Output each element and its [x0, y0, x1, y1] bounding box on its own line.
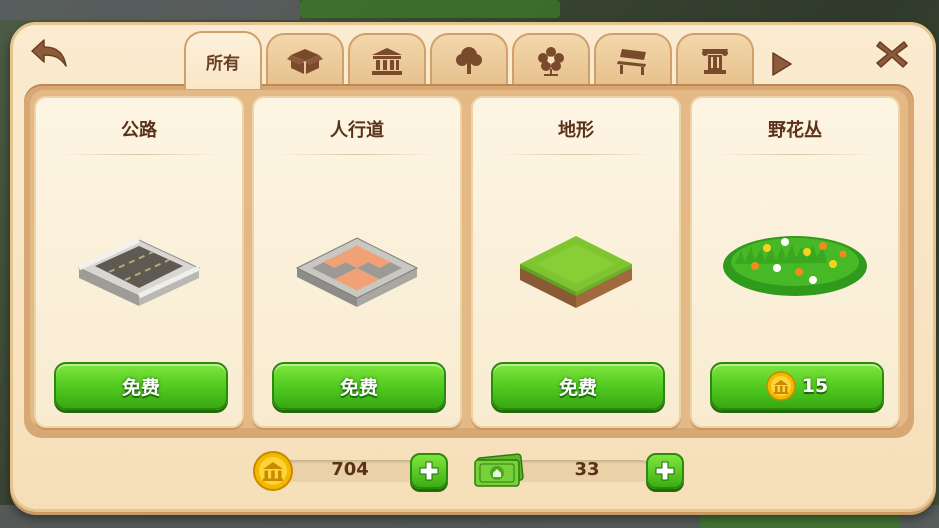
- item-card-road[interactable]: 公路 免费: [34, 96, 244, 428]
- plus-icon: [419, 461, 439, 481]
- item-card-terrain[interactable]: 地形 免费: [471, 96, 681, 428]
- back-arrow-icon: [31, 39, 67, 67]
- tree-icon: [456, 47, 482, 74]
- buy-button[interactable]: 免费: [491, 362, 665, 410]
- item-title: 公路: [121, 120, 157, 141]
- add-coins-button[interactable]: [410, 453, 448, 489]
- close-button[interactable]: [872, 36, 912, 72]
- bench-icon: [617, 49, 646, 75]
- buy-button[interactable]: 免费: [54, 362, 228, 410]
- landmark-icon: [372, 48, 402, 75]
- wildflower-patch-image: [692, 208, 898, 328]
- road-tile-image: [36, 208, 242, 328]
- back-button[interactable]: [30, 36, 70, 70]
- tab-trees[interactable]: [430, 33, 508, 87]
- tab-boxes[interactable]: [266, 33, 344, 87]
- play-arrow-icon: [772, 52, 792, 76]
- close-icon: [876, 41, 908, 68]
- coin-amount: 704: [331, 459, 369, 480]
- cash-balance: 33: [472, 452, 692, 489]
- sidewalk-tile-image: [254, 208, 460, 328]
- item-card-wildflowers[interactable]: 野花丛 15: [690, 96, 900, 428]
- add-cash-button[interactable]: [646, 453, 684, 489]
- price-label: 免费: [121, 376, 160, 399]
- price-label: 免费: [339, 376, 378, 399]
- item-title: 野花丛: [768, 120, 822, 141]
- flower-icon: [538, 47, 564, 76]
- grass-terrain-image: [473, 208, 679, 328]
- tab-benches[interactable]: [594, 33, 672, 87]
- plus-icon: [655, 461, 675, 481]
- item-title: 人行道: [330, 120, 384, 141]
- item-card-sidewalk[interactable]: 人行道 免费: [252, 96, 462, 428]
- box-icon: [287, 49, 323, 74]
- column-icon: [702, 49, 728, 74]
- item-title: 地形: [558, 120, 594, 141]
- price-label: 15: [801, 375, 829, 397]
- cash-amount: 33: [574, 459, 600, 480]
- tab-all[interactable]: 所有: [184, 31, 262, 89]
- tab-landmarks[interactable]: [348, 33, 426, 87]
- tab-all-label: 所有: [206, 53, 240, 74]
- buy-button[interactable]: 免费: [272, 362, 446, 410]
- cash-icon: [474, 453, 524, 487]
- coin-icon: [766, 371, 796, 401]
- buy-button[interactable]: 15: [710, 362, 884, 410]
- price-label: 免费: [558, 376, 597, 399]
- coin-icon: [253, 451, 293, 491]
- coin-balance: 704: [250, 451, 450, 491]
- next-tabs-button[interactable]: [768, 50, 796, 78]
- tab-flowers[interactable]: [512, 33, 590, 87]
- tab-decorations[interactable]: [676, 33, 754, 87]
